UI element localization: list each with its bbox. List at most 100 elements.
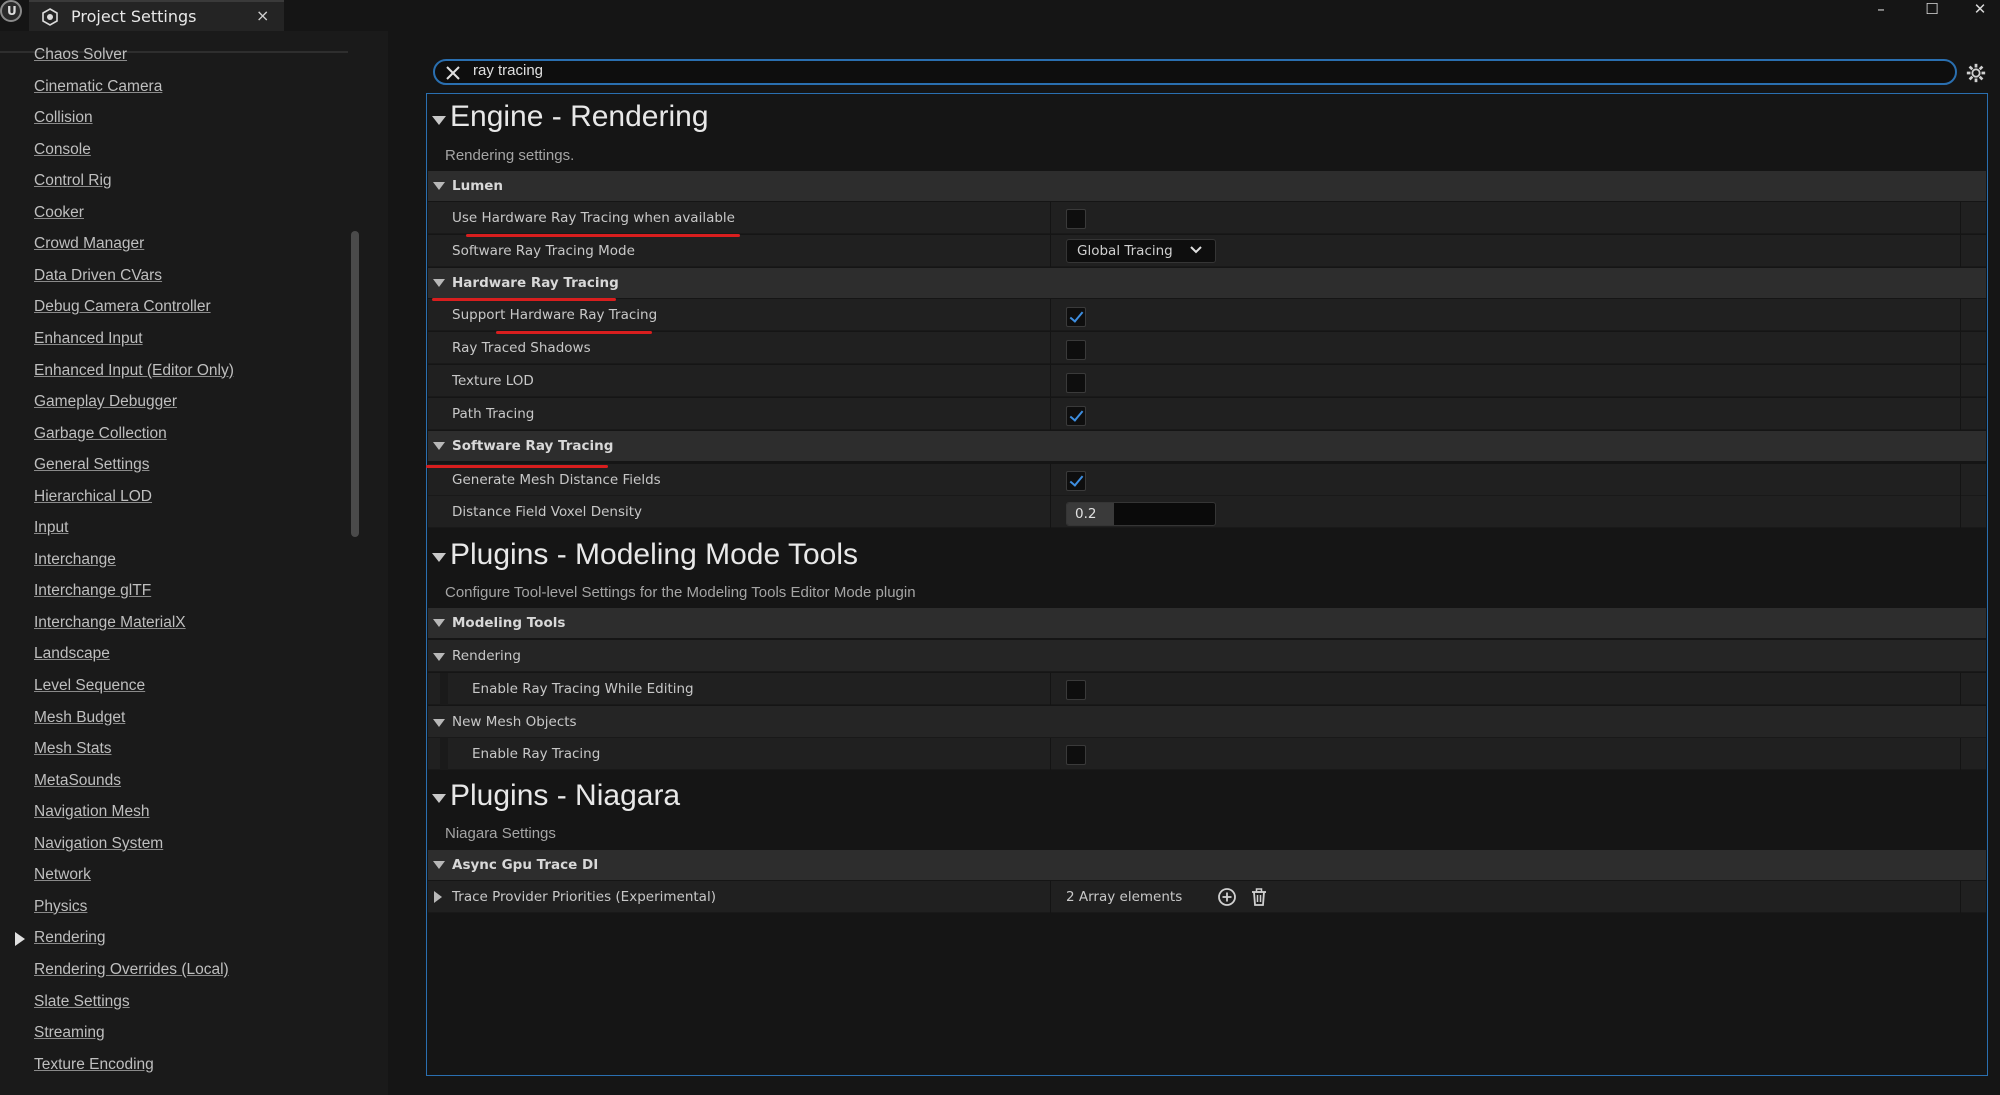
setting-label: Ray Traced Shadows — [452, 340, 591, 356]
section-hardware-ray-tracing[interactable]: Hardware Ray Tracing — [428, 268, 1986, 298]
df-voxel-density-field[interactable]: 0.2 — [1066, 502, 1216, 526]
enable-rt-checkbox[interactable] — [1066, 745, 1086, 765]
tab-title: Project Settings — [71, 7, 197, 26]
section-modeling-tools[interactable]: Modeling Tools — [428, 608, 1986, 638]
subsection-rendering[interactable]: Rendering — [428, 640, 1986, 672]
setting-row-enable-rt-editing: Enable Ray Tracing While Editing — [428, 673, 1986, 705]
column-divider — [1050, 398, 1051, 430]
path-tracing-checkbox[interactable] — [1066, 406, 1086, 426]
collapse-arrow-icon — [433, 861, 445, 869]
close-window-button[interactable]: ✕ — [1965, 0, 1995, 22]
sidebar-item[interactable]: Chaos Solver — [34, 46, 127, 72]
sidebar-item[interactable]: Texture Encoding — [34, 1056, 154, 1082]
selected-arrow-icon — [15, 932, 25, 947]
sidebar-item[interactable]: Control Rig — [34, 172, 112, 198]
collapse-engine-rendering-icon[interactable] — [432, 116, 446, 125]
sidebar-item[interactable]: General Settings — [34, 456, 149, 482]
column-divider — [1960, 881, 1961, 913]
expand-array-icon[interactable] — [434, 891, 442, 903]
gen-mesh-df-checkbox[interactable] — [1066, 471, 1086, 491]
sidebar-item[interactable]: Collision — [34, 109, 93, 135]
sidebar-item[interactable]: Interchange MaterialX — [34, 614, 186, 640]
collapse-modeling-tools-icon[interactable] — [432, 553, 446, 562]
sidebar-item[interactable]: Gameplay Debugger — [34, 393, 177, 419]
sidebar-item[interactable]: MetaSounds — [34, 772, 121, 798]
sidebar-item[interactable]: Level Sequence — [34, 677, 145, 703]
sidebar-item[interactable]: Debug Camera Controller — [34, 298, 211, 324]
maximize-button[interactable]: ☐ — [1917, 0, 1947, 22]
subsection-label: Rendering — [452, 648, 521, 664]
add-element-icon[interactable] — [1217, 887, 1237, 907]
sidebar-item[interactable]: Mesh Stats — [34, 740, 112, 766]
sidebar-item[interactable]: Enhanced Input — [34, 330, 143, 356]
sidebar-item[interactable]: Enhanced Input (Editor Only) — [34, 362, 234, 388]
sidebar-item[interactable]: Landscape — [34, 645, 110, 671]
sidebar-item[interactable]: Streaming — [34, 1024, 105, 1050]
collapse-arrow-icon — [433, 182, 445, 190]
collapse-arrow-icon — [433, 653, 445, 661]
sidebar-item[interactable]: Rendering Overrides (Local) — [34, 961, 229, 987]
sidebar-item[interactable]: Interchange glTF — [34, 582, 151, 608]
column-divider — [1050, 464, 1051, 496]
setting-label: Software Ray Tracing Mode — [452, 243, 635, 259]
sidebar-item[interactable]: Cinematic Camera — [34, 78, 162, 104]
texture-lod-checkbox[interactable] — [1066, 373, 1086, 393]
sidebar-item[interactable]: Input — [34, 519, 68, 545]
column-divider — [1960, 332, 1961, 364]
setting-label: Path Tracing — [452, 406, 535, 422]
subsection-new-mesh-objects[interactable]: New Mesh Objects — [428, 706, 1986, 738]
sidebar-item[interactable]: Console — [34, 141, 91, 167]
sidebar-item[interactable]: Garbage Collection — [34, 425, 167, 451]
subsection-label: New Mesh Objects — [452, 714, 577, 730]
sidebar-item[interactable]: Slate Settings — [34, 993, 130, 1019]
section-async-gpu-trace-di[interactable]: Async Gpu Trace DI — [428, 850, 1986, 880]
collapse-niagara-icon[interactable] — [432, 794, 446, 803]
section-lumen[interactable]: Lumen — [428, 171, 1986, 201]
sidebar-item[interactable]: Rendering — [34, 929, 106, 955]
column-divider — [1960, 464, 1961, 496]
gear-icon[interactable] — [1965, 62, 1987, 84]
sidebar-item[interactable]: Crowd Manager — [34, 235, 144, 261]
sidebar-item[interactable]: Data Driven CVars — [34, 267, 162, 293]
array-count: 2 Array elements — [1066, 889, 1183, 905]
setting-row-use-hw-rt: Use Hardware Ray Tracing when available — [428, 202, 1986, 234]
field-value: 0.2 — [1075, 506, 1097, 522]
sidebar-item[interactable]: Physics — [34, 898, 87, 924]
minimize-button[interactable]: – — [1866, 0, 1896, 22]
sidebar-item[interactable]: Interchange — [34, 551, 116, 577]
setting-row-path-tracing: Path Tracing — [428, 398, 1986, 430]
close-tab-icon[interactable]: × — [256, 6, 269, 25]
use-hw-rt-checkbox[interactable] — [1066, 209, 1086, 229]
tab-project-settings[interactable]: Project Settings × — [29, 0, 284, 31]
setting-row-support-hw-rt: Support Hardware Ray Tracing — [428, 299, 1986, 331]
setting-label: Support Hardware Ray Tracing — [452, 307, 658, 323]
sidebar-item[interactable]: Cooker — [34, 204, 84, 230]
setting-label: Trace Provider Priorities (Experimental) — [452, 889, 716, 905]
sidebar-item[interactable]: Network — [34, 866, 91, 892]
sidebar-scrollbar[interactable] — [351, 231, 359, 537]
category-title-modeling-tools: Plugins - Modeling Mode Tools — [450, 538, 859, 571]
sidebar-item[interactable]: Hierarchical LOD — [34, 488, 152, 514]
sw-rt-mode-dropdown[interactable]: Global Tracing — [1066, 239, 1216, 263]
annotation-underline — [466, 234, 740, 237]
trash-icon[interactable] — [1249, 887, 1269, 907]
search-input[interactable] — [433, 59, 1957, 85]
sidebar-item[interactable]: Navigation System — [34, 835, 163, 861]
search-input-value[interactable]: ray tracing — [473, 62, 543, 79]
clear-search-icon[interactable] — [443, 63, 463, 83]
setting-row-enable-rt: Enable Ray Tracing — [428, 738, 1986, 770]
section-software-ray-tracing[interactable]: Software Ray Tracing — [428, 431, 1986, 461]
enable-rt-editing-checkbox[interactable] — [1066, 680, 1086, 700]
sidebar-item[interactable]: Navigation Mesh — [34, 803, 149, 829]
category-title-niagara: Plugins - Niagara — [450, 779, 681, 812]
column-divider — [1050, 738, 1051, 770]
unreal-logo-icon: U — [0, 0, 22, 22]
setting-label: Enable Ray Tracing While Editing — [472, 681, 694, 697]
setting-row-gen-mesh-df: Generate Mesh Distance Fields — [428, 464, 1986, 496]
collapse-arrow-icon — [433, 719, 445, 727]
collapse-arrow-icon — [433, 619, 445, 627]
sidebar-item[interactable]: Mesh Budget — [34, 709, 125, 735]
support-hw-rt-checkbox[interactable] — [1066, 307, 1086, 327]
setting-label: Generate Mesh Distance Fields — [452, 472, 661, 488]
rt-shadows-checkbox[interactable] — [1066, 340, 1086, 360]
